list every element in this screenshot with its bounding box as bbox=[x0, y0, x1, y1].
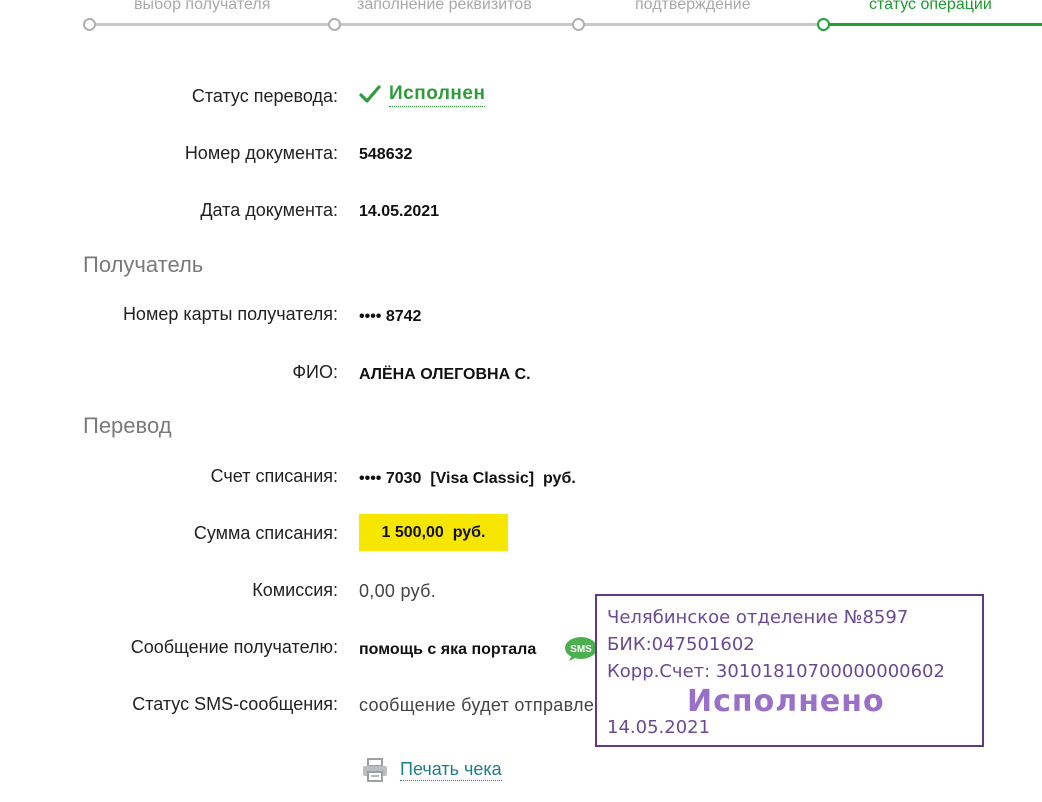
status-label: Статус перевода: bbox=[191, 86, 338, 106]
transfer-section-title: Перевод bbox=[83, 413, 172, 438]
step-dot-2 bbox=[328, 18, 341, 31]
step-dot-1 bbox=[83, 18, 96, 31]
step-confirmation: подтверждение bbox=[635, 0, 751, 13]
step-operation-status: статус операции bbox=[869, 0, 992, 13]
doc-number-value: 548632 bbox=[359, 146, 413, 163]
recipient-section-title: Получатель bbox=[83, 252, 204, 277]
card-number-value: •••• 8742 bbox=[359, 308, 422, 325]
printer-icon bbox=[363, 758, 387, 782]
sms-icon: SMS bbox=[565, 637, 597, 661]
stepper-track-active bbox=[824, 23, 1042, 26]
fee-value: 0,00 руб. bbox=[359, 581, 437, 601]
status-value: Исполнен bbox=[359, 83, 486, 107]
checkmark-icon bbox=[359, 85, 381, 103]
stamp-date: 14.05.2021 bbox=[607, 717, 711, 738]
stepper-track bbox=[88, 23, 824, 26]
debit-amount-label: Сумма списания: bbox=[193, 523, 338, 543]
fee-label: Комиссия: bbox=[252, 580, 338, 600]
step-select-recipient: выбор получателя bbox=[134, 0, 271, 13]
step-dot-3 bbox=[572, 18, 585, 31]
step-dot-4 bbox=[817, 18, 830, 31]
bank-stamp: Челябинское отделение №8597 БИК:04750160… bbox=[595, 594, 984, 747]
sms-status-value: сообщение будет отправлено bbox=[359, 695, 615, 715]
recipient-name-value: АЛЁНА ОЛЕГОВНА С. bbox=[359, 366, 531, 383]
print-receipt-link[interactable]: Печать чека bbox=[362, 758, 502, 782]
stamp-branch: Челябинское отделение №8597 bbox=[607, 607, 909, 628]
recipient-name-label: ФИО: bbox=[292, 362, 338, 382]
card-number-label: Номер карты получателя: bbox=[122, 304, 338, 324]
sms-status-label: Статус SMS-сообщения: bbox=[132, 694, 338, 714]
stamp-status: Исполнено bbox=[687, 684, 885, 719]
message-label: Сообщение получателю: bbox=[130, 637, 338, 657]
doc-date-value: 14.05.2021 bbox=[359, 203, 440, 220]
stamp-bik: БИК:047501602 bbox=[607, 634, 755, 655]
debit-account-value: •••• 7030 [Visa Classic] руб. bbox=[359, 470, 576, 487]
doc-date-label: Дата документа: bbox=[200, 200, 338, 220]
message-value: помощь с яка портала bbox=[359, 641, 537, 658]
step-fill-details: заполнение реквизитов bbox=[357, 0, 532, 13]
sms-icon-text: SMS bbox=[570, 644, 592, 655]
progress-stepper: выбор получателя заполнение реквизитов п… bbox=[0, 0, 1042, 40]
doc-number-label: Номер документа: bbox=[184, 143, 338, 163]
status-text[interactable]: Исполнен bbox=[389, 83, 486, 107]
debit-amount-value: 1 500,00 руб. bbox=[359, 514, 508, 551]
stamp-corr-account: Корр.Счет: 30101810700000000602 bbox=[607, 661, 945, 682]
debit-account-label: Счет списания: bbox=[210, 466, 338, 486]
print-receipt-label[interactable]: Печать чека bbox=[400, 759, 502, 781]
